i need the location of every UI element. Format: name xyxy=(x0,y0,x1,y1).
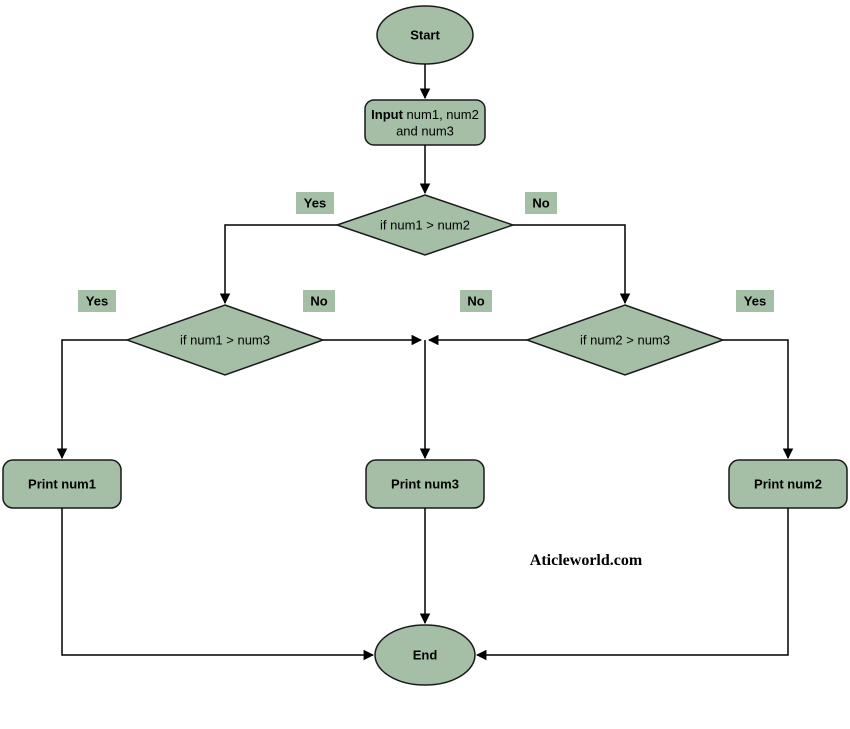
dec2-yes-label: Yes xyxy=(86,293,108,308)
dec3-yes-label: Yes xyxy=(744,293,766,308)
input-text-line1: Input num1, num2 xyxy=(371,107,479,122)
print2-label: Print num2 xyxy=(754,476,822,491)
edge-print2-end xyxy=(477,508,788,655)
edge-print1-end xyxy=(62,508,373,655)
edge-dec2-print1 xyxy=(62,340,127,458)
decision2-label: if num1 > num3 xyxy=(180,332,270,347)
edge-dec1-dec3 xyxy=(513,225,625,303)
dec3-no-label: No xyxy=(467,293,484,308)
print1-label: Print num1 xyxy=(28,476,96,491)
dec1-yes-label: Yes xyxy=(304,195,326,210)
dec1-no-label: No xyxy=(532,195,549,210)
decision3-label: if num2 > num3 xyxy=(580,332,670,347)
edge-dec3-print2 xyxy=(723,340,788,458)
dec2-no-label: No xyxy=(310,293,327,308)
end-label: End xyxy=(413,647,438,662)
watermark-text: Aticleworld.com xyxy=(530,552,643,569)
decision1-label: if num1 > num2 xyxy=(380,217,470,232)
flowchart: Start Input num1, num2 and num3 if num1 … xyxy=(0,0,850,729)
start-label: Start xyxy=(410,27,440,42)
input-text-line2: and num3 xyxy=(396,123,454,138)
print3-label: Print num3 xyxy=(391,476,459,491)
